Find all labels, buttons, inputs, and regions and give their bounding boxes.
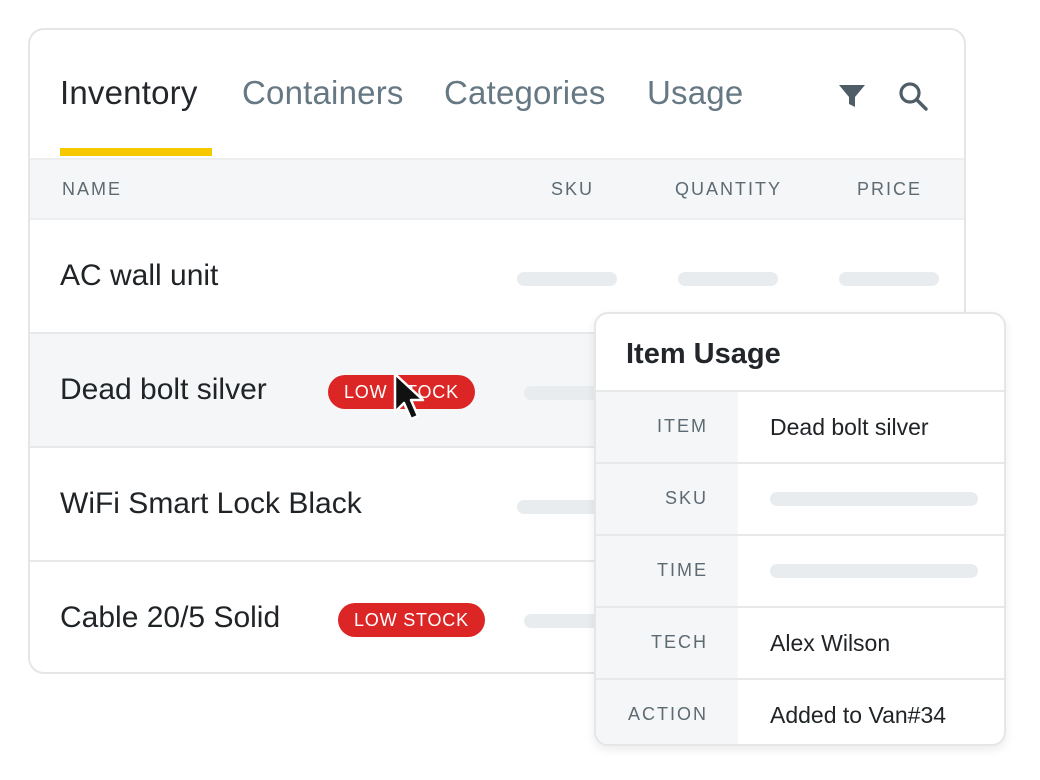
sku-value-placeholder [770, 492, 978, 506]
label-cell: ACTION [596, 680, 738, 744]
item-usage-popover: Item Usage ITEM Dead bolt silver SKU TIM… [594, 312, 1006, 746]
field-value: Dead bolt silver [770, 414, 929, 440]
usage-row-item: ITEM Dead bolt silver [596, 390, 1004, 462]
popover-title: Item Usage [626, 338, 781, 370]
label-cell: ITEM [596, 392, 738, 462]
label-cell: TIME [596, 536, 738, 606]
quantity-placeholder [678, 272, 778, 286]
column-header-quantity[interactable]: QUANTITY [675, 179, 782, 200]
item-name: Cable 20/5 Solid [60, 601, 281, 634]
item-name: Dead bolt silver [60, 373, 267, 406]
sku-placeholder [517, 272, 617, 286]
tab-categories[interactable]: Categories [444, 74, 606, 112]
field-label: SKU [664, 488, 708, 508]
field-label: TIME [657, 560, 708, 580]
filter-icon[interactable] [834, 78, 870, 114]
tab-inventory[interactable]: Inventory [60, 74, 198, 112]
item-name: WiFi Smart Lock Black [60, 487, 362, 520]
usage-row-tech: TECH Alex Wilson [596, 606, 1004, 678]
low-stock-badge: LOW STOCK [338, 603, 485, 637]
table-header: NAME SKU QUANTITY PRICE [30, 158, 964, 220]
price-placeholder [839, 272, 939, 286]
search-icon[interactable] [895, 78, 931, 114]
usage-row-action: ACTION Added to Van#34 [596, 678, 1004, 744]
column-header-sku[interactable]: SKU [551, 179, 594, 200]
time-value-placeholder [770, 564, 978, 578]
active-tab-indicator [60, 148, 212, 156]
sku-placeholder [524, 386, 604, 400]
field-value: Added to Van#34 [770, 702, 947, 728]
usage-row-sku: SKU [596, 462, 1004, 534]
tab-bar: Inventory Containers Categories Usage [30, 30, 964, 158]
tab-containers[interactable]: Containers [242, 74, 404, 112]
field-label: ACTION [627, 704, 708, 724]
sku-placeholder [524, 614, 604, 628]
tab-usage[interactable]: Usage [647, 74, 743, 112]
field-label: TECH [651, 632, 708, 652]
field-value: Alex Wilson [770, 630, 891, 656]
field-label: ITEM [657, 416, 708, 436]
stage: Inventory Containers Categories Usage NA… [0, 0, 1040, 780]
item-name: AC wall unit [60, 259, 219, 292]
label-cell: TECH [596, 608, 738, 678]
usage-row-time: TIME [596, 534, 1004, 606]
column-header-price[interactable]: PRICE [857, 179, 922, 200]
label-cell: SKU [596, 464, 738, 534]
column-header-name[interactable]: NAME [62, 179, 122, 200]
mouse-cursor-icon [392, 372, 426, 424]
